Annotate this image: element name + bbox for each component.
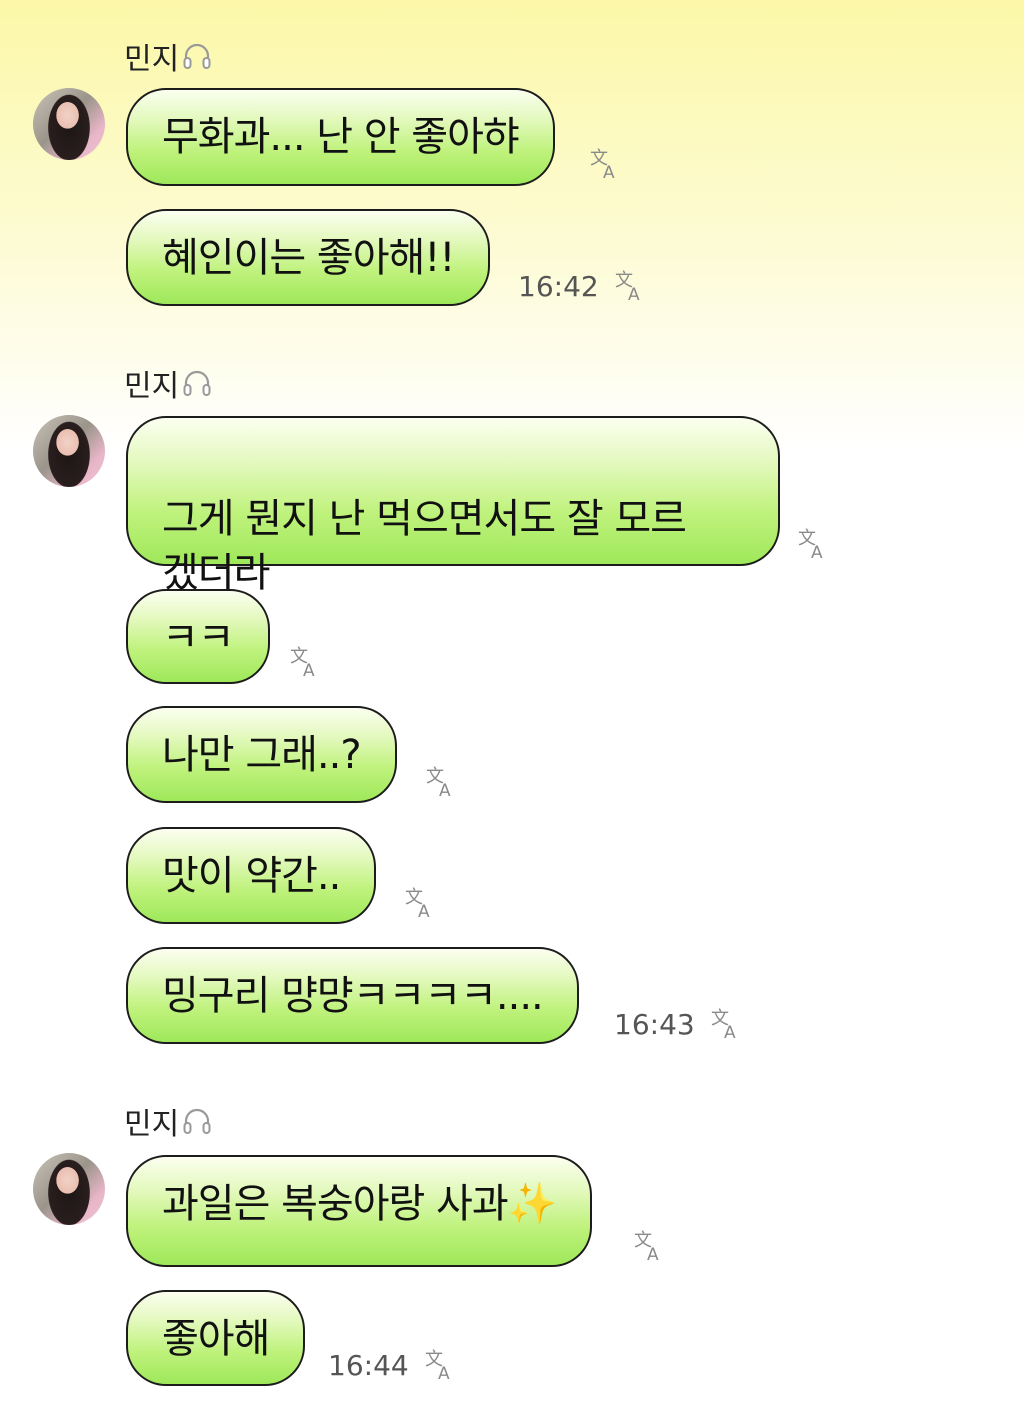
translate-icon[interactable]: 文A [632,1228,668,1264]
sender-name: 민지 [124,361,213,405]
svg-text:A: A [418,902,430,921]
avatar[interactable] [33,88,105,160]
svg-text:A: A [647,1245,659,1264]
translate-icon[interactable]: 文A [613,268,649,304]
svg-text:A: A [628,285,640,304]
avatar[interactable] [33,1153,105,1225]
message-time: 16:43 [614,1007,695,1041]
message-bubble[interactable]: 나만 그래..? [126,706,397,803]
message-bubble[interactable]: 과일은 복숭아랑 사과✨ [126,1155,593,1267]
message-meta: 文A [588,146,624,182]
message-text: 그게 뭔지 난 먹으면서도 잘 모르 겠더라 [162,496,687,596]
message-meta: 16:44 文A [328,1347,459,1384]
headphone-icon [183,43,211,69]
translate-icon[interactable]: 文A [709,1006,745,1042]
message-text: 혜인이는 좋아해!! [162,235,455,281]
sender-name: 민지 [124,1099,213,1143]
avatar[interactable] [33,415,105,487]
svg-text:A: A [811,543,823,562]
translate-icon[interactable]: 文A [403,885,439,921]
message-bubble[interactable]: 맛이 약간.. [126,827,377,924]
message-bubble[interactable]: 그게 뭔지 난 먹으면서도 잘 모르 겠더라 [126,416,780,596]
svg-text:A: A [439,781,451,800]
svg-text:A: A [303,661,315,680]
sender-name: 민지 [124,34,213,78]
message-meta: 文A [632,1228,668,1264]
translate-icon[interactable]: 文A [588,146,624,182]
message-text: 좋아해 [162,1316,270,1362]
translate-icon[interactable]: 文A [796,526,832,562]
message-bubble[interactable]: 혜인이는 좋아해!! [126,209,491,306]
message-meta: 文A [796,526,832,562]
message-text: 맛이 약간.. [162,853,341,899]
message-time: 16:42 [518,269,599,303]
translate-icon[interactable]: 文A [424,764,460,800]
message-bubble[interactable]: 무화과... 난 안 좋아햐 [126,88,555,186]
message-meta: 文A [424,764,460,800]
message-meta: 文A [288,644,324,680]
message-text: 무화과... 난 안 좋아햐 [162,114,520,160]
svg-text:A: A [438,1364,450,1383]
sender-name-label: 민지 [124,369,180,404]
message-meta: 文A [403,885,439,921]
message-meta: 16:43 文A [614,1006,745,1043]
sender-name-label: 민지 [124,42,180,77]
message-text: 과일은 복숭아랑 사과✨ [162,1181,557,1227]
message-text: ㅋㅋ [162,615,235,661]
message-time: 16:44 [328,1348,409,1382]
sender-name-label: 민지 [124,1107,180,1142]
translate-icon[interactable]: 文A [288,644,324,680]
headphone-icon [183,370,211,396]
svg-text:A: A [603,163,615,182]
translate-icon[interactable]: 文A [423,1347,459,1383]
message-bubble[interactable]: ㅋㅋ [126,589,270,684]
message-meta: 16:42 文A [518,268,649,305]
message-text: 나만 그래..? [162,732,362,778]
headphone-icon [183,1108,211,1134]
message-bubble[interactable]: 좋아해 [126,1290,306,1386]
message-text: 밍구리 먕먕ㅋㅋㅋㅋ.... [162,973,544,1019]
message-bubble[interactable]: 밍구리 먕먕ㅋㅋㅋㅋ.... [126,947,579,1044]
svg-text:A: A [724,1023,736,1042]
